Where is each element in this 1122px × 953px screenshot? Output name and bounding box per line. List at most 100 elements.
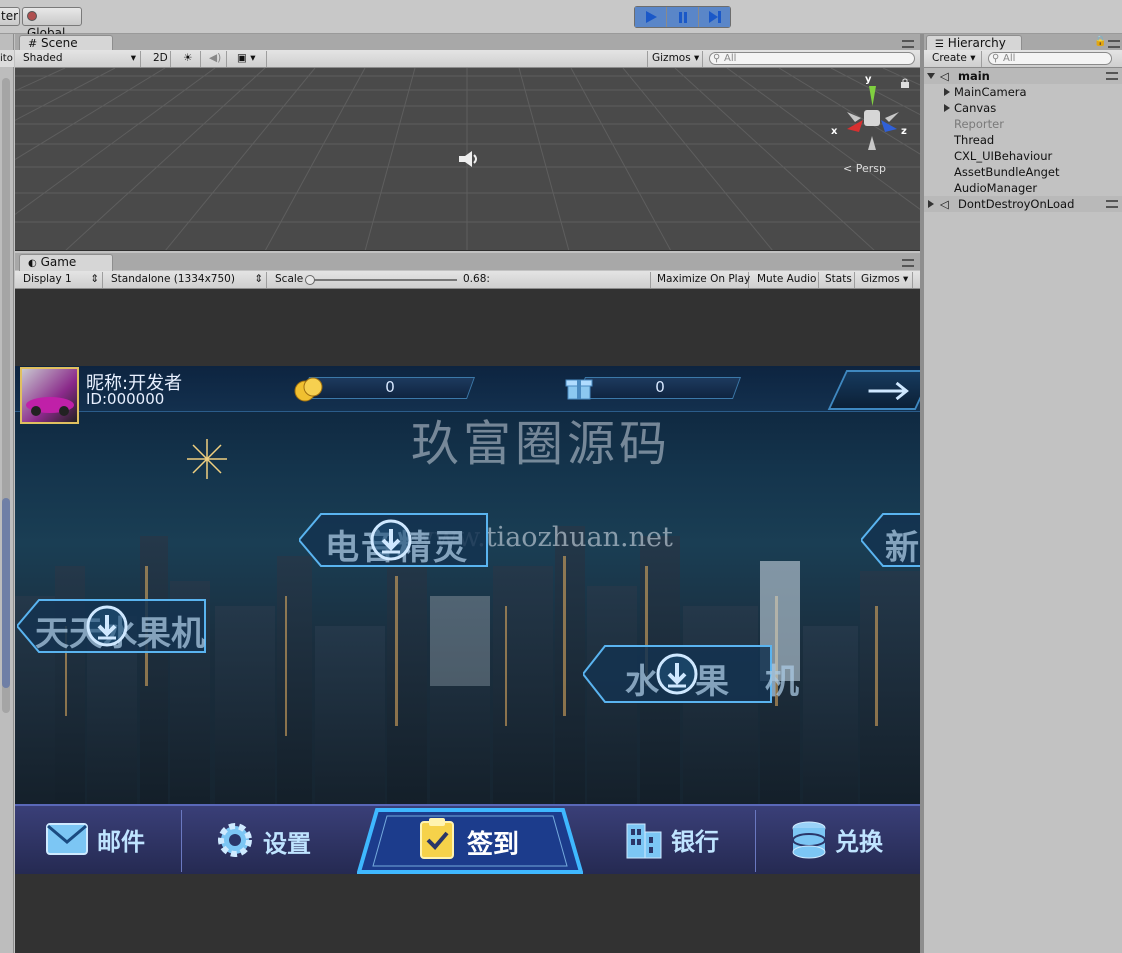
scale-slider-track[interactable] — [309, 279, 457, 281]
chevron-down-icon: ▾ — [250, 52, 256, 64]
tab-game[interactable]: ◐ Game — [19, 254, 113, 271]
lock-icon[interactable] — [900, 78, 910, 88]
scene-grid-icon: # — [28, 37, 38, 50]
resolution-label: Standalone (1334x750) — [111, 273, 235, 285]
scale-label: Scale — [275, 273, 304, 285]
chevron-down-icon: ▾ — [903, 273, 909, 285]
2d-label: 2D — [153, 52, 168, 64]
display-dropdown[interactable]: Display 1 ⇕ — [19, 272, 103, 288]
expand-arrow-icon[interactable] — [944, 104, 950, 112]
play-icon — [645, 11, 657, 23]
row-menu-icon[interactable] — [1106, 72, 1118, 80]
game-dianyin-button[interactable]: 电音精灵 — [299, 512, 489, 568]
search-icon: ⚲ — [992, 53, 1000, 64]
play-button[interactable] — [635, 7, 667, 27]
game-tiantian-button[interactable]: 天天水果机 — [17, 598, 207, 654]
scene-view[interactable]: y x z < Persp — [15, 68, 920, 251]
step-button[interactable] — [699, 7, 730, 27]
effects-dropdown[interactable]: ▣ ▾ — [233, 51, 267, 67]
expand-arrow-icon[interactable] — [927, 73, 935, 79]
axis-x-label: x — [831, 126, 838, 137]
scale-slider-thumb[interactable] — [305, 275, 315, 285]
watermark-chinese: 玖富圈源码 — [411, 416, 672, 472]
exchange-button[interactable]: 兑换 — [789, 818, 919, 862]
game-new-button[interactable]: 新 — [861, 512, 920, 568]
hierarchy-item[interactable]: CXL_UIBehaviour — [924, 148, 1122, 164]
pause-button[interactable] — [667, 7, 699, 27]
tab-hierarchy-label: Hierarchy — [947, 36, 1006, 50]
scene-search-placeholder: All — [724, 53, 737, 64]
car-avatar-image — [26, 397, 74, 416]
game-panel-menu-icon[interactable] — [902, 259, 914, 267]
hierarchy-item-label: Reporter — [954, 117, 1004, 131]
scene-gizmos-dropdown[interactable]: Gizmos ▾ — [647, 51, 703, 67]
maximize-on-play-toggle[interactable]: Maximize On Play — [653, 272, 750, 288]
left-scrollbar-thumb[interactable] — [2, 498, 10, 688]
scene-search-input[interactable]: ⚲ All — [709, 52, 915, 65]
download-icon — [656, 653, 698, 695]
sun-icon: ☀ — [183, 52, 193, 64]
2d-toggle[interactable]: 2D — [149, 51, 171, 67]
main-toolbar: ter Global — [0, 0, 1122, 40]
mute-audio-toggle[interactable]: Mute Audio — [753, 272, 819, 288]
shading-dropdown[interactable]: Shaded ▾ — [19, 51, 141, 67]
resolution-dropdown[interactable]: Standalone (1334x750) ⇕ — [107, 272, 267, 288]
game-shuiguo-button[interactable]: 水果机 — [583, 644, 799, 704]
row-menu-icon[interactable] — [1106, 200, 1118, 208]
lighting-toggle[interactable]: ☀ — [179, 51, 201, 67]
hierarchy-item-label: Thread — [954, 133, 995, 147]
audio-toggle[interactable]: ◀) — [205, 51, 227, 67]
hierarchy-search-input[interactable]: ⚲ All — [988, 52, 1112, 65]
scale-value: 0.68: — [463, 273, 490, 285]
download-icon — [86, 605, 128, 647]
mail-button[interactable]: 邮件 — [45, 818, 175, 862]
left-scrollbar-track[interactable] — [2, 78, 10, 713]
exchange-label: 兑换 — [835, 828, 883, 856]
hierarchy-item-label: CXL_UIBehaviour — [954, 149, 1053, 163]
pivot-toggle[interactable]: ter — [0, 7, 20, 26]
hierarchy-panel-menu-icon[interactable] — [1108, 40, 1120, 48]
pause-icon — [678, 12, 687, 23]
hierarchy-item[interactable]: Canvas — [924, 100, 1122, 116]
hierarchy-item-label: Canvas — [954, 101, 997, 115]
axis-y-label: y — [865, 74, 872, 85]
settings-button[interactable]: 设置 — [213, 818, 343, 862]
playback-controls — [634, 6, 731, 28]
game-gizmos-dropdown[interactable]: Gizmos ▾ — [857, 272, 913, 288]
expand-arrow-icon[interactable] — [928, 200, 934, 208]
chevron-updown-icon: ⇕ — [254, 273, 263, 285]
create-dropdown[interactable]: Create ▾ — [928, 51, 982, 67]
globe-icon — [27, 11, 37, 21]
avatar[interactable] — [20, 367, 79, 424]
scene-toolbar: Shaded ▾ 2D ☀ ◀) ▣ ▾ Gizmos ▾ ⚲ All — [15, 50, 920, 68]
hierarchy-item[interactable]: Reporter — [924, 116, 1122, 132]
expand-arrow-icon[interactable] — [944, 88, 950, 96]
axis-z-label: z — [901, 126, 907, 137]
orientation-gizmo[interactable]: y x z < Persp — [827, 74, 917, 175]
checkin-button[interactable]: 签到 — [357, 802, 583, 874]
hierarchy-item[interactable]: AssetBundleAnget — [924, 164, 1122, 180]
game-view: 昵称:开发者 ID:000000 0 0 玖富圈源码 www.tiaozhuan… — [15, 289, 920, 953]
bottom-nav-bar: 邮件 设置 签到 银行 兑换 — [15, 804, 920, 874]
audio-source-icon[interactable] — [457, 150, 481, 168]
chevron-down-icon: ▾ — [694, 52, 700, 64]
global-toggle[interactable]: Global — [22, 7, 82, 40]
mail-label: 邮件 — [97, 828, 145, 856]
unity-scene-icon: ◁ — [940, 69, 949, 83]
forward-button[interactable] — [827, 370, 920, 410]
unity-scene-icon: ◁ — [940, 197, 949, 211]
stats-toggle[interactable]: Stats — [821, 272, 855, 288]
ddol-scene-row[interactable]: ◁ DontDestroyOnLoad — [924, 196, 1122, 212]
hierarchy-item[interactable]: MainCamera — [924, 84, 1122, 100]
bank-button[interactable]: 银行 — [623, 818, 753, 862]
persp-label[interactable]: < Persp — [843, 162, 886, 175]
gift-box-icon — [565, 375, 595, 401]
building-icon — [626, 823, 662, 859]
game-screen: 昵称:开发者 ID:000000 0 0 玖富圈源码 www.tiaozhuan… — [15, 366, 920, 874]
hierarchy-item[interactable]: AudioManager — [924, 180, 1122, 196]
scene-root-row[interactable]: ◁ main — [924, 68, 1122, 84]
hierarchy-item[interactable]: Thread — [924, 132, 1122, 148]
mute-label: Mute Audio — [757, 273, 817, 285]
lock-icon[interactable]: 🔒 — [1094, 36, 1106, 47]
scene-panel-menu-icon[interactable] — [902, 40, 914, 48]
